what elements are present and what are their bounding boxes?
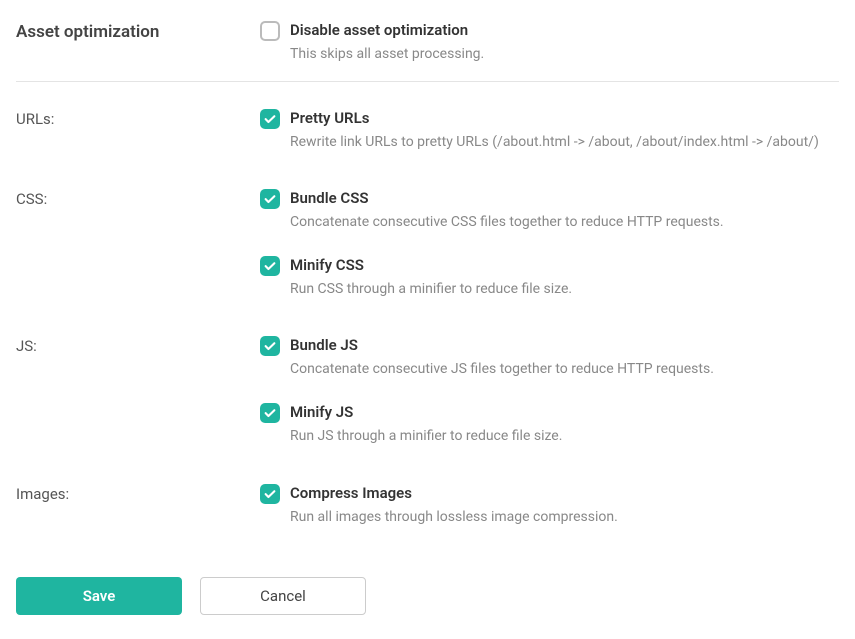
check-icon bbox=[263, 259, 277, 273]
bundle-css-option: Bundle CSS Concatenate consecutive CSS f… bbox=[260, 188, 839, 233]
button-row: Save Cancel bbox=[16, 577, 839, 615]
bundle-js-checkbox[interactable] bbox=[260, 336, 280, 356]
css-content: Bundle CSS Concatenate consecutive CSS f… bbox=[260, 188, 839, 299]
disable-row: Asset optimization Disable asset optimiz… bbox=[16, 20, 839, 81]
minify-css-option: Minify CSS Run CSS through a minifier to… bbox=[260, 255, 839, 300]
disable-option: Disable asset optimization This skips al… bbox=[260, 20, 839, 65]
check-icon bbox=[263, 339, 277, 353]
images-group: Images: Compress Images Run all images t… bbox=[16, 457, 839, 538]
compress-images-option: Compress Images Run all images through l… bbox=[260, 483, 839, 528]
minify-js-title: Minify JS bbox=[290, 402, 562, 423]
disable-text: Disable asset optimization This skips al… bbox=[290, 20, 484, 65]
bundle-css-desc: Concatenate consecutive CSS files togeth… bbox=[290, 213, 724, 233]
images-label: Images: bbox=[16, 483, 260, 503]
bundle-js-option: Bundle JS Concatenate consecutive JS fil… bbox=[260, 335, 839, 380]
check-icon bbox=[263, 112, 277, 126]
minify-css-title: Minify CSS bbox=[290, 255, 572, 276]
disable-content: Disable asset optimization This skips al… bbox=[260, 20, 839, 65]
section-title: Asset optimization bbox=[16, 22, 159, 42]
compress-images-checkbox[interactable] bbox=[260, 484, 280, 504]
minify-js-option: Minify JS Run JS through a minifier to r… bbox=[260, 402, 839, 447]
save-button[interactable]: Save bbox=[16, 577, 182, 615]
bundle-js-desc: Concatenate consecutive JS files togethe… bbox=[290, 360, 714, 380]
minify-js-checkbox[interactable] bbox=[260, 403, 280, 423]
compress-images-desc: Run all images through lossless image co… bbox=[290, 508, 618, 528]
check-icon bbox=[263, 192, 277, 206]
js-group: JS: Bundle JS Concatenate consecutive JS… bbox=[16, 309, 839, 456]
cancel-button[interactable]: Cancel bbox=[200, 577, 366, 615]
disable-title: Disable asset optimization bbox=[290, 20, 484, 41]
minify-css-checkbox[interactable] bbox=[260, 256, 280, 276]
css-label: CSS: bbox=[16, 188, 260, 208]
pretty-urls-option: Pretty URLs Rewrite link URLs to pretty … bbox=[260, 108, 839, 153]
compress-images-title: Compress Images bbox=[290, 483, 618, 504]
pretty-urls-checkbox[interactable] bbox=[260, 109, 280, 129]
images-content: Compress Images Run all images through l… bbox=[260, 483, 839, 528]
section-title-col: Asset optimization bbox=[16, 20, 260, 42]
css-group: CSS: Bundle CSS Concatenate consecutive … bbox=[16, 162, 839, 309]
pretty-urls-desc: Rewrite link URLs to pretty URLs (/about… bbox=[290, 133, 819, 153]
check-icon bbox=[263, 487, 277, 501]
bundle-css-checkbox[interactable] bbox=[260, 189, 280, 209]
pretty-urls-title: Pretty URLs bbox=[290, 108, 819, 129]
bundle-css-title: Bundle CSS bbox=[290, 188, 724, 209]
minify-js-desc: Run JS through a minifier to reduce file… bbox=[290, 427, 562, 447]
urls-group: URLs: Pretty URLs Rewrite link URLs to p… bbox=[16, 82, 839, 163]
urls-label: URLs: bbox=[16, 108, 260, 128]
disable-desc: This skips all asset processing. bbox=[290, 45, 484, 65]
disable-checkbox[interactable] bbox=[260, 21, 280, 41]
urls-content: Pretty URLs Rewrite link URLs to pretty … bbox=[260, 108, 839, 153]
minify-css-desc: Run CSS through a minifier to reduce fil… bbox=[290, 280, 572, 300]
js-label: JS: bbox=[16, 335, 260, 355]
bundle-js-title: Bundle JS bbox=[290, 335, 714, 356]
check-icon bbox=[263, 406, 277, 420]
js-content: Bundle JS Concatenate consecutive JS fil… bbox=[260, 335, 839, 446]
